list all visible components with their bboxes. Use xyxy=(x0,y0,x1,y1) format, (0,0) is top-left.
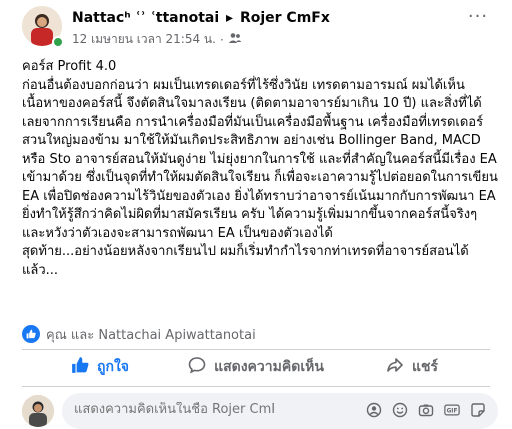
post-meta: 12 เมษายน เวลา 21:54 น. · xyxy=(72,30,242,49)
comment-input-box[interactable]: GIF xyxy=(62,393,498,429)
page-name[interactable]: Rojer CmFx xyxy=(240,10,330,26)
like-icon xyxy=(22,325,40,343)
group-icon xyxy=(228,32,242,47)
thumbs-up-icon xyxy=(71,356,89,378)
post-title: คอร์ส Profit 4.0 xyxy=(22,59,117,74)
post-card: Nattacʰ ʿʾ ʿttanotai ▸ Rojer CmFx 12 เมษ… xyxy=(6,0,506,429)
comment-input[interactable] xyxy=(74,402,274,417)
commenter-photo xyxy=(22,395,54,427)
camera-icon[interactable] xyxy=(418,402,434,418)
post-timestamp[interactable]: 12 เมษายน เวลา 21:54 น. xyxy=(72,30,216,49)
post-actions: ถูกใจ แสดงความคิดเห็น แชร์ xyxy=(22,351,490,383)
like-label: ถูกใจ xyxy=(97,359,129,375)
comment-icon xyxy=(188,356,206,378)
post-conclusion: สุดท้าย...อย่างน้อยหลังจากเรียนไป ผมก็เร… xyxy=(22,244,469,278)
avatar-sticker-icon[interactable] xyxy=(366,402,382,418)
share-label: แชร์ xyxy=(411,359,439,375)
comment-button[interactable]: แสดงความคิดเห็น xyxy=(178,351,334,383)
post-author-line: Nattacʰ ʿʾ ʿttanotai ▸ Rojer CmFx xyxy=(72,10,330,26)
svg-text:GIF: GIF xyxy=(447,409,458,415)
arrow-icon: ▸ xyxy=(226,10,234,26)
commenter-avatar[interactable] xyxy=(22,395,54,427)
sticker-icon[interactable] xyxy=(470,402,486,418)
comment-label: แสดงความคิดเห็น xyxy=(214,359,324,375)
divider xyxy=(22,386,490,387)
divider xyxy=(22,349,490,350)
like-button[interactable]: ถูกใจ xyxy=(22,351,178,383)
post-body: ก่อนอื่นต้องบอกก่อนว่า ผมเป็นเทรดเดอร์ที… xyxy=(22,77,498,241)
author-name[interactable]: Nattacʰ ʿʾ ʿttanotai xyxy=(72,10,219,26)
comment-composer: GIF xyxy=(22,393,498,429)
gif-icon[interactable]: GIF xyxy=(444,402,460,418)
comment-tools: GIF xyxy=(366,402,486,418)
share-icon xyxy=(386,356,404,378)
post-header: Nattacʰ ʿʾ ʿttanotai ▸ Rojer CmFx 12 เมษ… xyxy=(22,6,492,52)
more-options-icon[interactable]: ··· xyxy=(464,8,492,30)
post-content: คอร์ส Profit 4.0 ก่อนอื่นต้องบอกก่อนว่า … xyxy=(22,58,498,280)
meta-separator: · xyxy=(219,32,224,47)
reaction-names: คุณ และ Nattachai Apiwattanotai xyxy=(46,327,256,343)
reaction-summary[interactable]: คุณ และ Nattachai Apiwattanotai xyxy=(22,321,492,347)
emoji-icon[interactable] xyxy=(392,402,408,418)
online-status-dot xyxy=(52,36,64,48)
share-button[interactable]: แชร์ xyxy=(334,351,490,383)
